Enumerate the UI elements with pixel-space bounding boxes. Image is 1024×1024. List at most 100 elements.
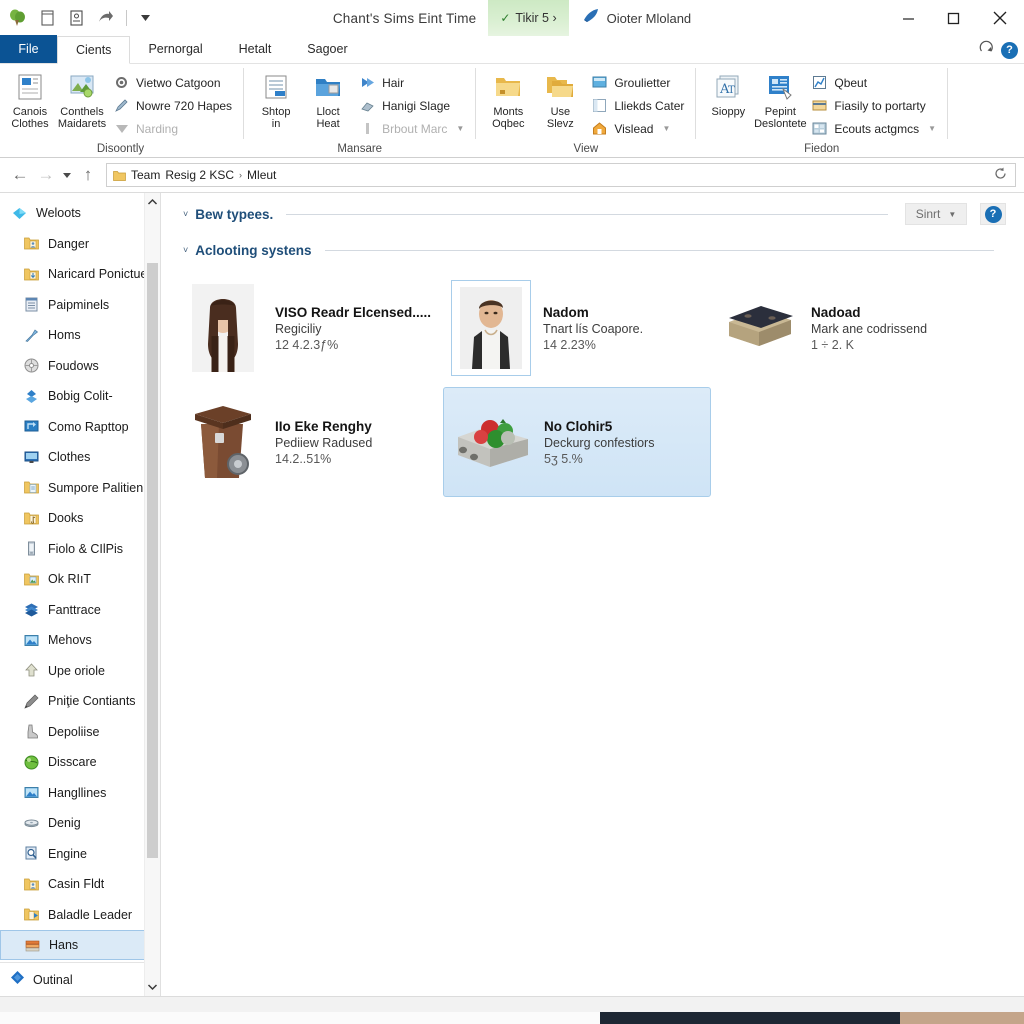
sidebar-item-dooks[interactable]: Dooks <box>0 503 160 534</box>
sidebar-item-fiolo-cilpis[interactable]: Fiolo & CIlPis <box>0 534 160 565</box>
ribbon-button-lloct-heat[interactable]: Lloct Heat <box>302 66 354 130</box>
up-button[interactable]: ↑ <box>76 163 100 187</box>
tile-title: VISO Readr Elcensed..... <box>275 304 432 320</box>
sidebar-item-paipminels[interactable]: Paipminels <box>0 290 160 321</box>
sidebar-item-disscare[interactable]: Disscare <box>0 747 160 778</box>
tab-pernorgal[interactable]: Pernorgal <box>130 35 220 63</box>
ribbon-button-monts-oqbec[interactable]: Monts Oqbec <box>482 66 534 130</box>
sidebar-item-bobig-colit[interactable]: Bobig Colit- <box>0 381 160 412</box>
sidebar-scrollbar[interactable] <box>144 193 160 996</box>
ribbon-item-narding[interactable]: Narding <box>108 117 237 140</box>
forward-button[interactable]: → <box>34 163 58 187</box>
ribbon-item-qbeut[interactable]: Qbeut <box>806 71 941 94</box>
ribbon-item-lliekds-cater[interactable]: Lliekds Cater <box>586 94 689 117</box>
green-globe-icon <box>22 753 40 771</box>
chevron-down-icon[interactable]: ˅ <box>183 245 188 255</box>
new-document-icon[interactable] <box>35 6 59 30</box>
help-button[interactable]: ? <box>1001 41 1018 59</box>
sort-button[interactable]: Sinrt ▼ <box>905 203 967 225</box>
sidebar-item-label: Clothes <box>48 450 91 465</box>
group-help-button[interactable]: ? <box>980 203 1006 225</box>
sidebar-item-baladle-leader[interactable]: Baladle Leader <box>0 900 160 931</box>
tile-item[interactable]: VISO Readr Elcensed..... Regiciliy 12 4.2.… <box>175 273 443 383</box>
scroll-up-arrow-icon[interactable] <box>145 193 160 211</box>
yellow-folder-icon <box>493 70 523 104</box>
ribbon-item-label: Nowre 720 Hapes <box>136 98 233 113</box>
chevron-down-icon[interactable]: ▼ <box>928 124 936 133</box>
share-icon[interactable] <box>93 6 117 30</box>
maximize-button[interactable] <box>931 0 976 36</box>
tab-sagoer[interactable]: Sagoer <box>289 35 365 63</box>
recent-locations-caret-icon[interactable] <box>60 163 74 187</box>
content-group-header-bew-typees[interactable]: ˅ Bew typees. Sinrt ▼ ? <box>161 199 1024 229</box>
sidebar-item-hans[interactable]: Hans <box>0 930 160 960</box>
refresh-icon[interactable] <box>994 167 1007 183</box>
ribbon-btn-line1: Shtop <box>261 106 291 118</box>
properties-icon[interactable] <box>64 6 88 30</box>
tile-meta: Nadoad Mark ane codrissend 1 ÷ 2. K <box>811 305 927 352</box>
yellow-folders-icon <box>545 70 575 104</box>
sidebar-item-sumpore-palitienis[interactable]: Sumpore Palitienis <box>0 473 160 504</box>
sidebar-item-pni-ie-contiants[interactable]: Pniţie Contiants <box>0 686 160 717</box>
ribbon-button-pepint-deslontete[interactable]: Pepint Deslontete <box>754 66 807 130</box>
ribbon-item-nowre-720-hapes[interactable]: Nowre 720 Hapes <box>108 94 237 117</box>
sidebar-item-ok-ri-t[interactable]: Ok RIıT <box>0 564 160 595</box>
ribbon-item-fiasily-to-portarty[interactable]: Fiasily to portarty <box>806 94 941 117</box>
tile-item[interactable]: Nadom Tnart lís Coapore. 14 2.23% <box>443 273 711 383</box>
ribbon-button-conthels-maidarets[interactable]: Conthels Maidarets <box>56 66 108 130</box>
ribbon-item-hanigi-slage[interactable]: Hanigi Slage <box>354 94 469 117</box>
sidebar-item-fanttrace[interactable]: Fanttrace <box>0 595 160 626</box>
tile-detail: 12 4.2.3ƒ% <box>275 337 339 352</box>
chevron-down-icon[interactable]: ▼ <box>662 124 670 133</box>
sidebar-scrollbar-thumb[interactable] <box>147 263 158 858</box>
sidebar-item-clothes[interactable]: Clothes <box>0 442 160 473</box>
sidebar-item-denig[interactable]: Denig <box>0 808 160 839</box>
sidebar-item-upe-oriole[interactable]: Upe oriole <box>0 656 160 687</box>
ribbon-button-shtop-in[interactable]: Shtop in <box>250 66 302 130</box>
tile-item[interactable]: No Clohir5 Deckurg confestiors 5ʒ 5.% <box>443 387 711 497</box>
sidebar-item-depoliise[interactable]: Depoliise <box>0 717 160 748</box>
tile-item[interactable]: IIo Eke Renghy Pediiew Radused 14.2..51% <box>175 387 443 497</box>
breadcrumb-item-0[interactable]: Team <box>131 168 160 182</box>
tile-item[interactable]: Nadoad Mark ane codrissend 1 ÷ 2. K <box>711 273 979 383</box>
content-group-header-aclooting-systens[interactable]: ˅ Aclooting systens <box>161 235 1024 265</box>
tab-hetalt[interactable]: Hetalt <box>221 35 290 63</box>
chevron-down-icon[interactable]: ▼ <box>456 124 464 133</box>
ribbon-item-vietwo-catgoon[interactable]: Vietwo Catgoon <box>108 71 237 94</box>
collapse-ribbon-icon[interactable] <box>979 40 993 57</box>
ribbon-separator <box>243 68 245 139</box>
breadcrumb[interactable]: Team Resig 2 KSC › Mleut <box>106 163 1016 187</box>
rocket-icon <box>583 8 600 28</box>
sidebar-item-foudows[interactable]: Foudows <box>0 351 160 382</box>
sidebar-item-como-rapttop[interactable]: Como Rapttop <box>0 412 160 443</box>
breadcrumb-item-2[interactable]: Mleut <box>247 168 276 182</box>
customize-qat-caret-icon[interactable] <box>136 7 154 29</box>
ribbon-button-canois-clothes[interactable]: Canois Clothes <box>4 66 56 130</box>
breadcrumb-item-1[interactable]: Resig 2 KSC <box>165 168 234 182</box>
minimize-button[interactable] <box>886 0 931 36</box>
ribbon-item-hair[interactable]: Hair <box>354 71 469 94</box>
sidebar-item-engine[interactable]: Engine <box>0 839 160 870</box>
ribbon-item-vislead[interactable]: Vislead ▼ <box>586 117 689 140</box>
sidebar-item-mehovs[interactable]: Mehovs <box>0 625 160 656</box>
sidebar-item-homs[interactable]: Homs <box>0 320 160 351</box>
tab-cients[interactable]: Cients <box>57 36 131 64</box>
ribbon-item-ecouts-actgmcs[interactable]: Ecouts actgmcs ▼ <box>806 117 941 140</box>
ribbon-button-sioppy[interactable]: A T Sioppy <box>702 66 754 118</box>
close-button[interactable] <box>976 0 1024 36</box>
ribbon-button-use-slevz[interactable]: Use Slevz <box>534 66 586 130</box>
sidebar-item-naricard-ponictuer[interactable]: Naricard Ponictuer <box>0 259 160 290</box>
sidebar-item-weloots[interactable]: Weloots <box>0 198 160 229</box>
scroll-down-arrow-icon[interactable] <box>145 978 160 996</box>
title-status-chip[interactable]: ✓ Tikir 5 › <box>488 0 569 36</box>
chevron-down-icon[interactable]: ˅ <box>183 209 188 219</box>
back-button[interactable]: ← <box>8 163 32 187</box>
sidebar-item-danger[interactable]: Danger <box>0 229 160 260</box>
tab-file[interactable]: File <box>0 35 57 63</box>
sidebar-item-label: Casin Fldt <box>48 877 105 892</box>
ribbon-item-groulietter[interactable]: Groulietter <box>586 71 689 94</box>
navigation-bottom-item[interactable]: Outinal <box>0 962 160 996</box>
ribbon-item-brbout-marc[interactable]: Brbout Marc ▼ <box>354 117 469 140</box>
sidebar-item-casin-fldt[interactable]: Casin Fldt <box>0 869 160 900</box>
sidebar-item-hangllines[interactable]: Hangllines <box>0 778 160 809</box>
